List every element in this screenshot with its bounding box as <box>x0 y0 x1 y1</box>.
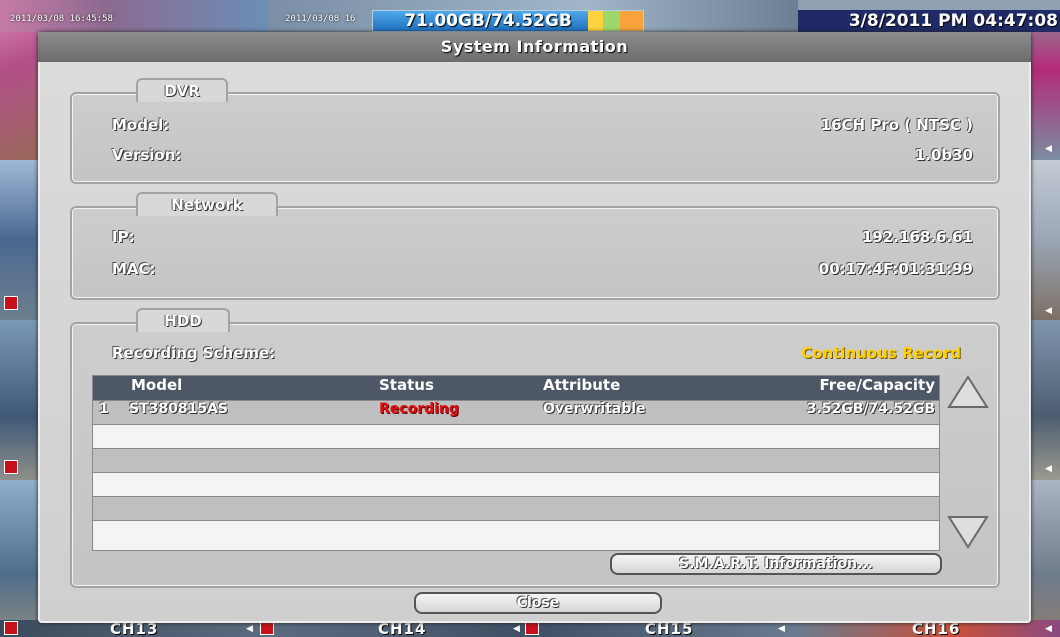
model-value: 16CH Pro ( NTSC ) <box>820 116 973 134</box>
hdd-section-label: HDD <box>136 308 230 332</box>
column-free-capacity: Free/Capacity <box>819 376 935 394</box>
system-clock: 3/8/2011 PM 04:47:08 <box>798 10 1060 32</box>
camera-tile <box>0 480 40 637</box>
close-button[interactable]: Close <box>414 592 662 614</box>
row-model: ST380815AS <box>129 401 228 417</box>
scroll-up-icon[interactable] <box>946 374 990 410</box>
row-index: 1 <box>99 401 109 417</box>
record-icon <box>4 621 18 635</box>
camera-tile <box>1031 320 1060 480</box>
record-icon <box>4 460 18 474</box>
hdd-usage-text: 71.00GB/74.52GB <box>404 11 572 31</box>
speaker-icon: ◀ <box>1045 624 1052 634</box>
speaker-icon: ◀ <box>513 624 520 634</box>
camera-timestamp: 2011/03/08 16:45:58 <box>10 14 113 24</box>
hdd-table-header: Model Status Attribute Free/Capacity <box>93 376 939 400</box>
record-icon <box>260 621 274 635</box>
dvr-group <box>70 92 1000 184</box>
dialog-title: System Information <box>38 32 1031 62</box>
record-icon <box>525 621 539 635</box>
version-value: 1.0b30 <box>914 146 973 164</box>
speaker-icon: ◀ <box>1045 464 1052 474</box>
camera-tile <box>798 0 1060 10</box>
network-section-label: Network <box>136 192 278 216</box>
record-icon <box>4 296 18 310</box>
ip-label: IP: <box>112 228 135 246</box>
table-row[interactable] <box>93 496 939 520</box>
table-row[interactable] <box>93 448 939 472</box>
hdd-usage-bar: 71.00GB/74.52GB <box>372 10 644 32</box>
speaker-icon: ◀ <box>1045 306 1052 316</box>
row-capacity: 3.52GB/74.52GB <box>806 401 935 417</box>
column-attribute: Attribute <box>543 376 621 394</box>
recording-scheme-label: Recording Scheme: <box>112 344 276 362</box>
model-label: Model: <box>112 116 170 134</box>
speaker-icon: ◀ <box>1045 144 1052 154</box>
camera-tile <box>0 320 40 480</box>
recording-scheme-value: Continuous Record <box>801 344 961 362</box>
speaker-icon: ◀ <box>246 624 253 634</box>
row-attribute: Overwritable <box>543 401 646 417</box>
table-row[interactable]: 1 ST380815AS Recording Overwritable 3.52… <box>93 400 939 424</box>
hdd-table: Model Status Attribute Free/Capacity 1 S… <box>92 375 940 551</box>
table-row[interactable] <box>93 424 939 448</box>
speaker-icon: ◀ <box>778 624 785 634</box>
scroll-down-icon[interactable] <box>946 514 990 550</box>
table-row[interactable] <box>93 472 939 496</box>
camera-tile <box>1031 480 1060 637</box>
version-label: Version: <box>112 146 182 164</box>
row-status: Recording <box>379 401 459 417</box>
ip-value: 192.168.6.61 <box>861 228 973 246</box>
table-row[interactable] <box>93 520 939 550</box>
system-information-dialog: System Information DVR Model: 16CH Pro (… <box>38 32 1031 623</box>
camera-timestamp: 2011/03/08 16 <box>285 14 356 24</box>
smart-information-button[interactable]: S.M.A.R.T. Information... <box>610 553 942 575</box>
network-group <box>70 206 1000 300</box>
mac-value: 00:17:4F:01:31:99 <box>818 260 973 278</box>
column-status: Status <box>379 376 434 394</box>
column-model: Model <box>131 376 183 394</box>
camera-tile <box>1031 30 1060 160</box>
dvr-section-label: DVR <box>136 78 228 102</box>
mac-label: MAC: <box>112 260 156 278</box>
camera-tile <box>1031 160 1060 320</box>
